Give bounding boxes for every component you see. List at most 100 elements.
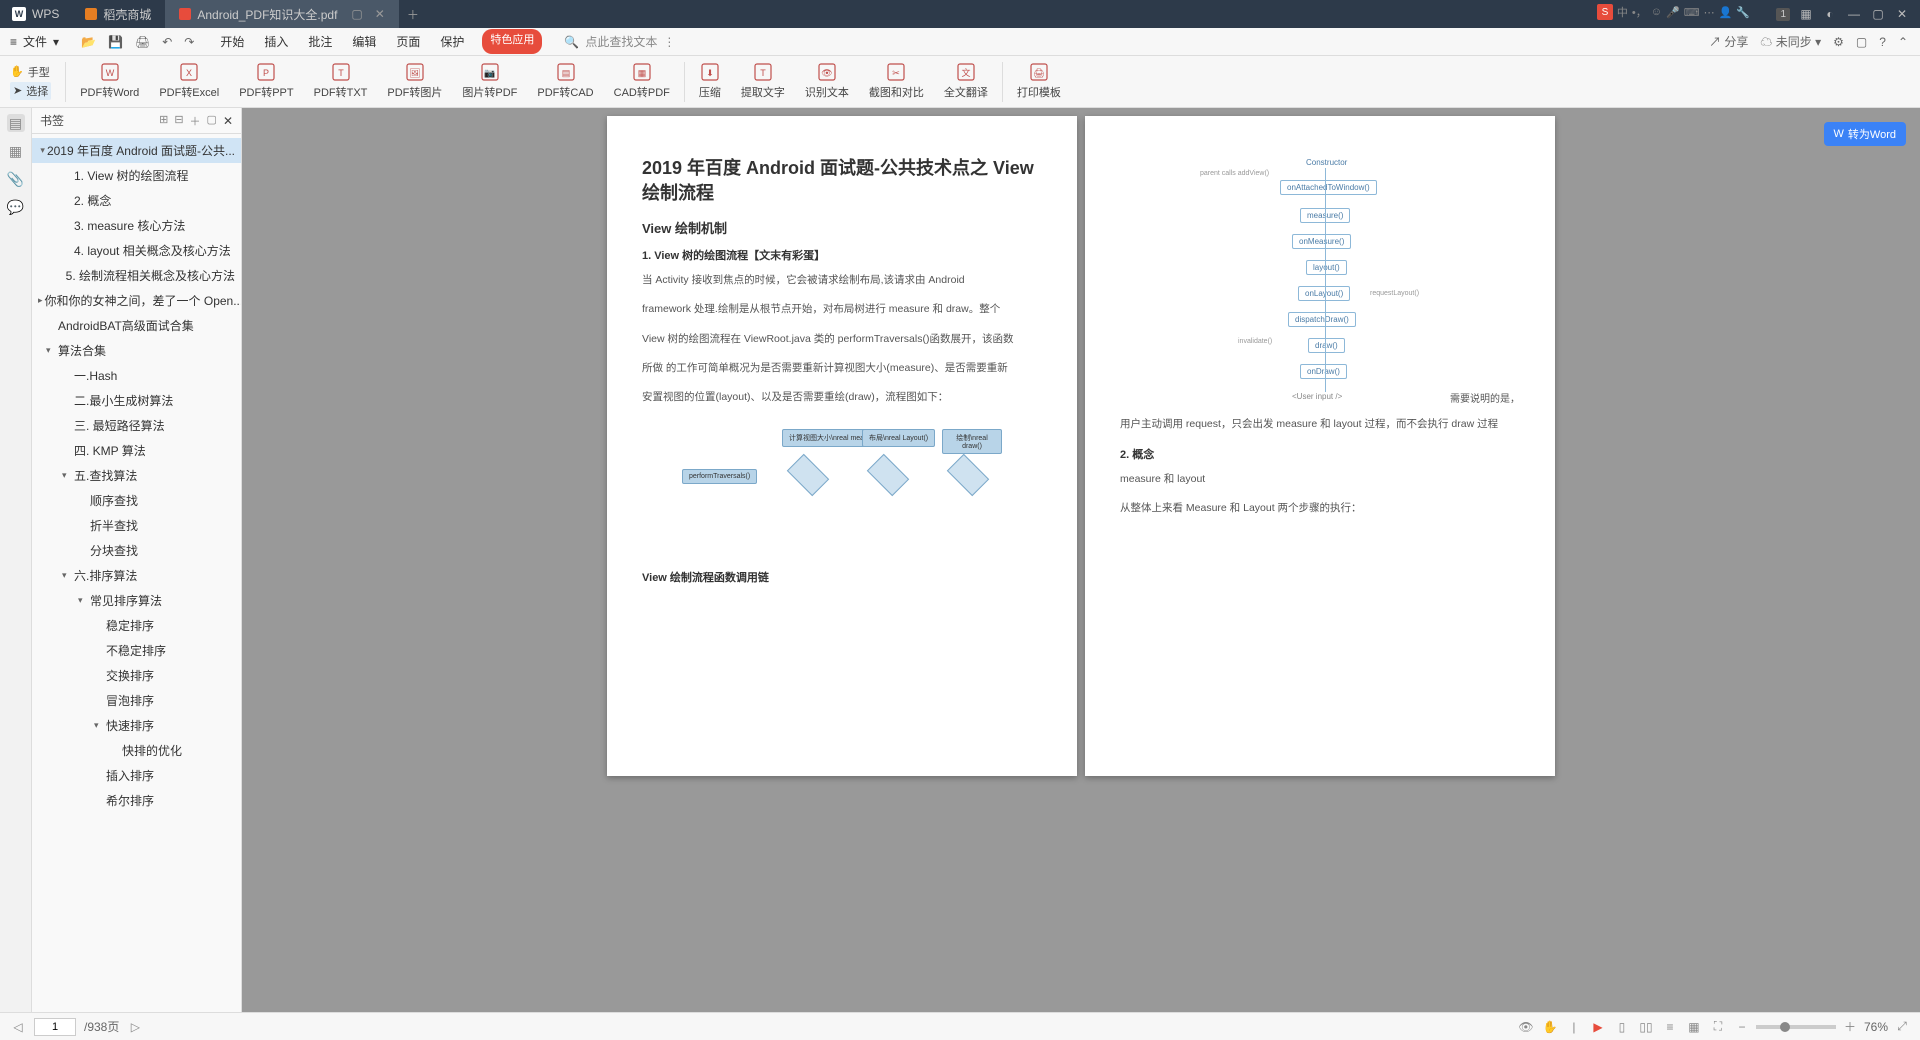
file-menu[interactable]: ≡ 文件 ▾: [0, 33, 69, 50]
bookmark-item[interactable]: 分块查找: [32, 538, 241, 563]
ribbon-tool-12[interactable]: 文全文翻译: [934, 62, 998, 102]
bookmark-item[interactable]: 折半查找: [32, 513, 241, 538]
ribbon-tool-9[interactable]: T提取文字: [731, 62, 795, 102]
bookmark-item[interactable]: ▾六.排序算法: [32, 563, 241, 588]
ribbon-tool-2[interactable]: PPDF转PPT: [229, 62, 303, 102]
bookmark-item[interactable]: 交换排序: [32, 663, 241, 688]
notification-badge[interactable]: 1: [1776, 8, 1790, 21]
ribbon-tool-3[interactable]: TPDF转TXT: [304, 62, 378, 102]
tab-protect[interactable]: 保护: [438, 29, 466, 54]
ime-mic-icon[interactable]: 🎤: [1666, 6, 1680, 19]
bookmark-item[interactable]: 四. KMP 算法: [32, 438, 241, 463]
tab-current-document[interactable]: Android_PDF知识大全.pdf ▢ ✕: [165, 0, 398, 28]
bookmark-item[interactable]: 一.Hash: [32, 363, 241, 388]
ime-logo-icon[interactable]: S: [1597, 4, 1613, 20]
bookmark-item[interactable]: 三. 最短路径算法: [32, 413, 241, 438]
tab-annotate[interactable]: 批注: [306, 29, 334, 54]
tab-store[interactable]: 稻壳商城: [71, 0, 165, 28]
tab-edit[interactable]: 编辑: [350, 29, 378, 54]
tab-start[interactable]: 开始: [218, 29, 246, 54]
maximize-icon[interactable]: ▢: [1870, 6, 1886, 22]
document-viewport[interactable]: 2019 年百度 Android 面试题-公共技术点之 View 绘制流程 Vi…: [242, 108, 1920, 1012]
bookmark-item[interactable]: ▾2019 年百度 Android 面试题-公共...: [32, 138, 241, 163]
bookmark-item[interactable]: ▾常见排序算法: [32, 588, 241, 613]
expand-arrow-icon[interactable]: ▾: [62, 470, 72, 481]
tab-page[interactable]: 页面: [394, 29, 422, 54]
two-page-icon[interactable]: ▯▯: [1638, 1019, 1654, 1035]
feedback-icon[interactable]: ▢: [1856, 35, 1867, 49]
tab-insert[interactable]: 插入: [262, 29, 290, 54]
undo-icon[interactable]: ↶: [162, 35, 172, 49]
ribbon-tool-11[interactable]: ✂截图和对比: [859, 62, 934, 102]
ime-tool-icon[interactable]: 🔧: [1736, 6, 1750, 19]
fit-icon[interactable]: ⤢: [1894, 1019, 1910, 1035]
ribbon-tool-0[interactable]: WPDF转Word: [70, 62, 149, 102]
bookmark-item[interactable]: 4. layout 相关概念及核心方法: [32, 238, 241, 263]
hand-status-icon[interactable]: ✋: [1542, 1019, 1558, 1035]
continuous-icon[interactable]: ≡: [1662, 1019, 1678, 1035]
bookmark-item[interactable]: AndroidBAT高级面试合集: [32, 313, 241, 338]
next-page-icon[interactable]: ▷: [127, 1019, 143, 1035]
help-icon[interactable]: ?: [1879, 35, 1886, 49]
ime-punct[interactable]: •，: [1632, 4, 1647, 20]
hand-tool[interactable]: ✋手型: [10, 64, 51, 80]
bookmarks-rail-icon[interactable]: ▤: [7, 114, 25, 132]
minimize-icon[interactable]: —: [1846, 6, 1862, 22]
ime-user-icon[interactable]: 👤: [1719, 6, 1733, 19]
ribbon-tool-5[interactable]: 📷图片转PDF: [452, 62, 527, 102]
expand-arrow-icon[interactable]: ▾: [62, 570, 72, 581]
bookmark-item[interactable]: ▾快速排序: [32, 713, 241, 738]
zoom-in-icon[interactable]: ＋: [1842, 1019, 1858, 1035]
bookmark-item[interactable]: 2. 概念: [32, 188, 241, 213]
gear-icon[interactable]: ⚙: [1833, 35, 1844, 49]
bookmark-item[interactable]: 冒泡排序: [32, 688, 241, 713]
bookmark-item[interactable]: ▸你和你的女神之间，差了一个 Open...: [32, 288, 241, 313]
expand-arrow-icon[interactable]: ▾: [94, 720, 104, 731]
close-icon[interactable]: ✕: [223, 114, 233, 128]
single-page-icon[interactable]: ▯: [1614, 1019, 1630, 1035]
thumbnails-rail-icon[interactable]: ▦: [7, 142, 25, 160]
ribbon-tool-7[interactable]: ▦CAD转PDF: [604, 62, 680, 102]
comments-rail-icon[interactable]: 💬: [7, 198, 25, 216]
bookmark-item[interactable]: 二.最小生成树算法: [32, 388, 241, 413]
prev-page-icon[interactable]: ◁: [10, 1019, 26, 1035]
share-button[interactable]: ↗ 分享: [1709, 33, 1748, 50]
ime-dots[interactable]: ⋯: [1704, 6, 1715, 19]
skin-icon[interactable]: ◐: [1822, 6, 1838, 22]
zoom-slider[interactable]: [1756, 1025, 1836, 1029]
ribbon-tool-6[interactable]: ▤PDF转CAD: [527, 62, 603, 102]
open-icon[interactable]: 📂: [81, 35, 96, 49]
grid-icon[interactable]: ▦: [1798, 6, 1814, 22]
expand-arrow-icon[interactable]: ▸: [38, 295, 43, 306]
sync-button[interactable]: ☁ 未同步 ▾: [1760, 33, 1821, 50]
ime-lang[interactable]: 中: [1617, 4, 1628, 20]
bookmark-item[interactable]: ▾五.查找算法: [32, 463, 241, 488]
options-icon[interactable]: ▢: [207, 113, 217, 129]
window-close-icon[interactable]: ✕: [1894, 6, 1910, 22]
bookmark-item[interactable]: 希尔排序: [32, 788, 241, 813]
redo-icon[interactable]: ↷: [184, 35, 194, 49]
bookmark-item[interactable]: 顺序查找: [32, 488, 241, 513]
ribbon-tool-13[interactable]: 🖨打印模板: [1007, 62, 1071, 102]
expand-arrow-icon[interactable]: ▾: [46, 345, 56, 356]
bookmark-item[interactable]: 插入排序: [32, 763, 241, 788]
bookmark-item[interactable]: 不稳定排序: [32, 638, 241, 663]
bookmark-item[interactable]: 稳定排序: [32, 613, 241, 638]
collapse-icon[interactable]: ⌃: [1898, 35, 1908, 49]
search-box[interactable]: 🔍 点此查找文本 ⋮: [564, 33, 675, 50]
close-icon[interactable]: ✕: [375, 7, 385, 21]
tab-restore-icon[interactable]: ▢: [351, 7, 362, 21]
bookmark-item[interactable]: 3. measure 核心方法: [32, 213, 241, 238]
ribbon-tool-4[interactable]: 🖼PDF转图片: [377, 62, 452, 102]
fullscreen-icon[interactable]: ⛶: [1710, 1019, 1726, 1035]
convert-to-word-button[interactable]: W 转为Word: [1824, 122, 1906, 146]
ime-keyboard-icon[interactable]: ⌨: [1684, 6, 1700, 19]
bookmark-item[interactable]: 1. View 树的绘图流程: [32, 163, 241, 188]
collapse-all-icon[interactable]: ⊟: [174, 113, 183, 129]
expand-all-icon[interactable]: ⊞: [159, 113, 168, 129]
expand-arrow-icon[interactable]: ▾: [40, 145, 45, 156]
save-icon[interactable]: 💾: [108, 35, 123, 49]
ribbon-tool-1[interactable]: XPDF转Excel: [149, 62, 229, 102]
ribbon-tool-10[interactable]: 👁识别文本: [795, 62, 859, 102]
page-input[interactable]: [34, 1018, 76, 1036]
